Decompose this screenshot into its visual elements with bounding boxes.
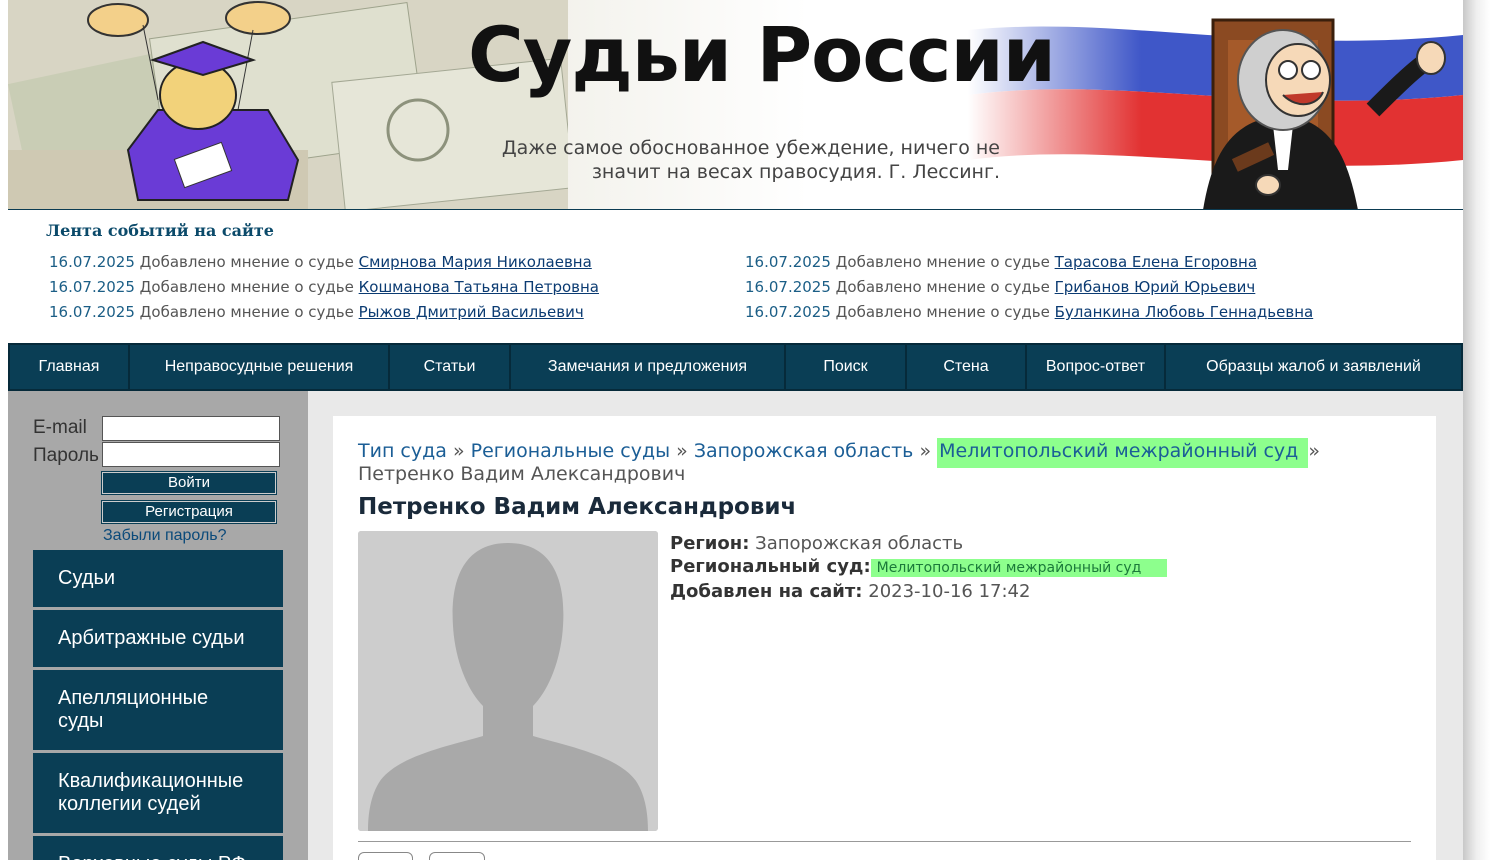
breadcrumb-separator: »: [676, 440, 688, 462]
nav-search[interactable]: Поиск: [786, 345, 907, 389]
breadcrumb-current: Петренко Вадим Александрович: [358, 463, 686, 485]
site-title: Судьи России: [468, 10, 1056, 99]
court-value[interactable]: Мелитопольский межрайонный суд: [870, 559, 1168, 577]
side-menu-judges[interactable]: Судьи: [33, 550, 283, 607]
side-menu-appeal-courts[interactable]: Апелляционные суды: [33, 670, 283, 750]
added-row: Добавлен на сайт: 2023-10-16 17:42: [670, 580, 1167, 603]
page: Судьи России Даже самое обоснованное убе…: [8, 0, 1463, 860]
share-button[interactable]: [358, 852, 413, 860]
side-menu-supreme-courts[interactable]: Верховные суды РФ: [33, 836, 283, 860]
breadcrumb: Тип суда » Региональные суды » Запорожск…: [358, 438, 1418, 486]
event-item: 16.07.2025 Добавлено мнение о судье Смир…: [49, 253, 599, 278]
event-item: 16.07.2025 Добавлено мнение о судье Була…: [745, 303, 1313, 328]
event-judge-link[interactable]: Рыжов Дмитрий Васильевич: [359, 303, 584, 321]
person-silhouette-icon: [358, 531, 658, 831]
password-label: Пароль: [33, 445, 99, 466]
event-date: 16.07.2025: [745, 253, 831, 271]
event-text: Добавлено мнение о судье: [835, 303, 1050, 321]
events-title: Лента событий на сайте: [46, 221, 274, 240]
side-menu-qualification-boards[interactable]: Квалификационные коллегии судей: [33, 753, 283, 833]
nav-home[interactable]: Главная: [10, 345, 130, 389]
site-quote: Даже самое обоснованное убеждение, ничег…: [488, 136, 1000, 184]
judge-photo-placeholder: [358, 531, 658, 831]
breadcrumb-separator: »: [919, 440, 932, 462]
event-judge-link[interactable]: Буланкина Любовь Геннадьевна: [1055, 303, 1314, 321]
judge-info: Регион: Запорожская область Региональный…: [670, 532, 1168, 603]
event-date: 16.07.2025: [745, 303, 831, 321]
added-value: 2023-10-16 17:42: [868, 581, 1031, 602]
event-text: Добавлено мнение о судье: [139, 303, 354, 321]
event-judge-link[interactable]: Смирнова Мария Николаевна: [359, 253, 592, 271]
quote-line-2: значит на весах правосудия. Г. Лессинг.: [591, 161, 1000, 183]
region-label: Регион:: [670, 533, 750, 554]
main-nav: Главная Неправосудные решения Статьи Зам…: [8, 343, 1463, 391]
left-sidebar: E-mail Пароль Войти Регистрация Забыли п…: [8, 391, 308, 860]
added-label: Добавлен на сайт:: [670, 581, 863, 602]
court-label: Региональный суд:: [670, 556, 871, 577]
nav-qa[interactable]: Вопрос-ответ: [1027, 345, 1166, 389]
event-date: 16.07.2025: [49, 253, 135, 271]
header-divider: [8, 209, 1463, 210]
court-row: Региональный суд: Мелитопольский межрайон…: [670, 555, 1168, 580]
nav-complaint-templates[interactable]: Образцы жалоб и заявлений: [1166, 345, 1461, 389]
breadcrumb-court[interactable]: Мелитопольский межрайонный суд: [937, 438, 1309, 468]
breadcrumb-court-type[interactable]: Тип суда: [358, 440, 447, 462]
event-text: Добавлено мнение о судье: [835, 253, 1050, 271]
events-feed: Лента событий на сайте 16.07.2025 Добавл…: [8, 211, 1463, 343]
site-header: Судьи России Даже самое обоснованное убе…: [8, 0, 1463, 210]
event-date: 16.07.2025: [745, 278, 831, 296]
event-item: 16.07.2025 Добавлено мнение о судье Гриб…: [745, 278, 1313, 303]
page-shadow: [1463, 0, 1490, 860]
events-column-right: 16.07.2025 Добавлено мнение о судье Тара…: [745, 253, 1313, 328]
quote-line-1: Даже самое обоснованное убеждение, ничег…: [501, 137, 1000, 159]
event-item: 16.07.2025 Добавлено мнение о судье Тара…: [745, 253, 1313, 278]
event-judge-link[interactable]: Тарасова Елена Егоровна: [1055, 253, 1257, 271]
forgot-password-link[interactable]: Забыли пароль?: [103, 527, 227, 545]
side-menu: Судьи Арбитражные судьи Апелляционные су…: [33, 550, 283, 860]
email-input[interactable]: [102, 416, 280, 441]
judge-cartoon-illustration: [1203, 18, 1446, 210]
content-area: Тип суда » Региональные суды » Запорожск…: [308, 391, 1463, 860]
events-column-left: 16.07.2025 Добавлено мнение о судье Смир…: [49, 253, 599, 328]
judge-name-heading: Петренко Вадим Александрович: [358, 494, 797, 520]
nav-articles[interactable]: Статьи: [390, 345, 511, 389]
region-row: Регион: Запорожская область: [670, 532, 1167, 555]
password-input[interactable]: [102, 442, 280, 467]
side-menu-arbitration-judges[interactable]: Арбитражные судьи: [33, 610, 283, 667]
region-value: Запорожская область: [755, 533, 964, 554]
nav-unjust-decisions[interactable]: Неправосудные решения: [130, 345, 390, 389]
event-text: Добавлено мнение о судье: [139, 253, 354, 271]
content-divider: [358, 841, 1411, 842]
event-text: Добавлено мнение о судье: [139, 278, 354, 296]
email-label: E-mail: [33, 417, 87, 438]
breadcrumb-regional[interactable]: Региональные суды: [471, 440, 671, 462]
event-judge-link[interactable]: Кошманова Татьяна Петровна: [359, 278, 599, 296]
nav-wall[interactable]: Стена: [907, 345, 1027, 389]
event-item: 16.07.2025 Добавлено мнение о судье Кошм…: [49, 278, 599, 303]
event-date: 16.07.2025: [49, 278, 135, 296]
nav-suggestions[interactable]: Замечания и предложения: [511, 345, 786, 389]
event-judge-link[interactable]: Грибанов Юрий Юрьевич: [1055, 278, 1256, 296]
breadcrumb-region[interactable]: Запорожская область: [694, 440, 914, 462]
breadcrumb-separator: »: [1308, 440, 1320, 462]
event-date: 16.07.2025: [49, 303, 135, 321]
event-item: 16.07.2025 Добавлено мнение о судье Рыжо…: [49, 303, 599, 328]
judge-card: Тип суда » Региональные суды » Запорожск…: [333, 416, 1436, 860]
share-button[interactable]: [429, 852, 485, 860]
login-button[interactable]: Войти: [101, 471, 277, 495]
event-text: Добавлено мнение о судье: [835, 278, 1050, 296]
register-button[interactable]: Регистрация: [101, 500, 277, 524]
breadcrumb-separator: »: [452, 440, 465, 462]
